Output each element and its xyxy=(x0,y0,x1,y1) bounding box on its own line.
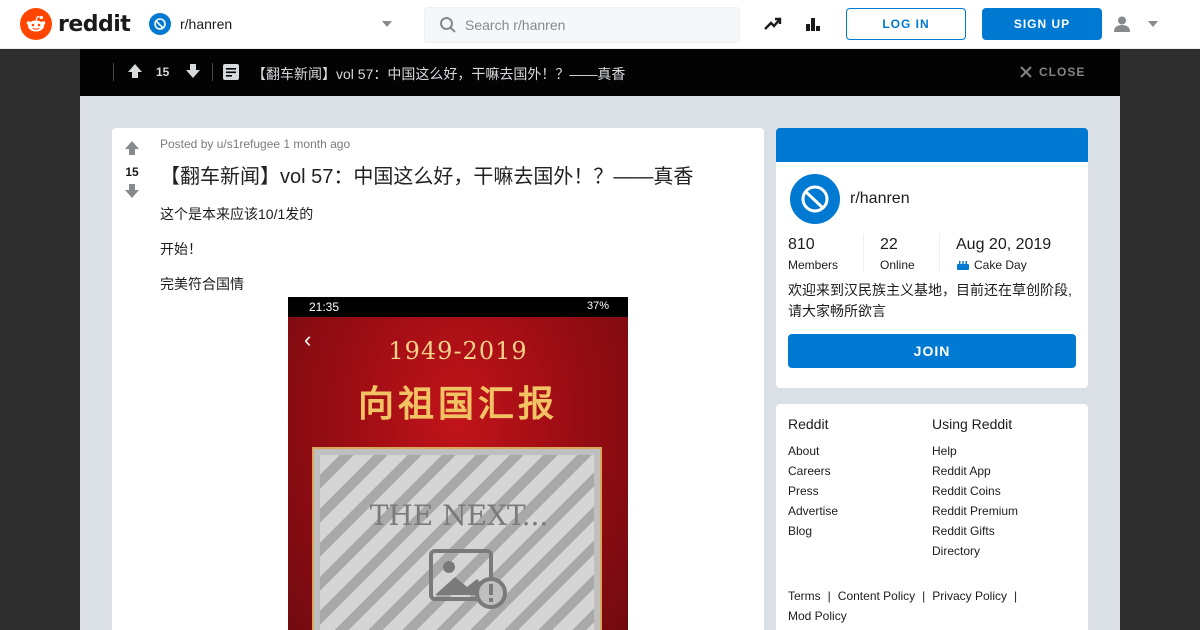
close-label: CLOSE xyxy=(1039,65,1086,79)
online-stat: 22 Online xyxy=(880,236,915,272)
footer-link-reddit-coins[interactable]: Reddit Coins xyxy=(932,481,1018,501)
post-body: 这个是本来应该10/1发的 开始！ 完美符合国情 xyxy=(160,204,313,309)
post-bar-score: 15 xyxy=(156,65,170,79)
footer-link-careers[interactable]: Careers xyxy=(788,461,838,481)
post-paragraph: 开始！ xyxy=(160,241,202,257)
top-nav: reddit r/hanren LOG IN SIGN UP xyxy=(0,0,1200,49)
footer-link-press[interactable]: Press xyxy=(788,481,838,501)
post-card: 15 Posted by u/s1refugee 1 month ago 【翻车… xyxy=(112,128,764,630)
all-stats-icon[interactable] xyxy=(802,13,824,35)
downvote-icon[interactable] xyxy=(124,183,140,204)
close-icon xyxy=(1020,66,1032,78)
footer-link-about[interactable]: About xyxy=(788,441,838,461)
banner-years: 1949-2019 xyxy=(388,337,528,365)
search-icon xyxy=(440,17,456,33)
upvote-icon[interactable] xyxy=(124,140,140,161)
vote-column: 15 xyxy=(112,128,152,204)
placeholder-text: THE NEXT... xyxy=(369,499,549,532)
close-button[interactable]: CLOSE xyxy=(1020,65,1085,79)
footer-link-blog[interactable]: Blog xyxy=(788,521,838,541)
community-avatar[interactable] xyxy=(788,172,842,226)
post-image[interactable]: 21:35 37% ‹ 1949-2019 向祖国汇报 THE NEXT... xyxy=(288,297,628,630)
post-meta: Posted by u/s1refugee 1 month ago xyxy=(160,137,351,151)
phone-battery: 37% xyxy=(586,300,609,312)
divider xyxy=(212,63,213,81)
banner-headline: 向祖国汇报 xyxy=(357,383,558,425)
footer-policy-links: Terms | Content Policy | Privacy Policy | Mod… xyxy=(788,586,1078,626)
about-header-bar xyxy=(776,128,1088,162)
post-paragraph: 完美符合国情 xyxy=(160,276,244,292)
cake-day-row: Cake Day xyxy=(956,258,1051,272)
footer-link-privacy-policy[interactable]: Privacy Policy xyxy=(932,589,1007,603)
popular-trending-icon[interactable] xyxy=(762,13,784,35)
phone-status-bar: 21:35 37% xyxy=(288,297,628,317)
members-label: Members xyxy=(788,258,839,272)
post-title: 【翻车新闻】vol 57：中国这么好，干嘛去国外！？——真香 xyxy=(160,166,694,188)
footer-link-mod-policy[interactable]: Mod Policy xyxy=(788,609,847,623)
upvote-icon[interactable] xyxy=(127,63,143,84)
post-bar-title: 【翻车新闻】vol 57：中国这么好，干嘛去国外！？——真香 xyxy=(252,66,626,82)
footer-links-card: Reddit About Careers Press Advertise Blo… xyxy=(776,404,1088,630)
separator: | xyxy=(922,589,926,603)
about-community-name[interactable]: r/hanren xyxy=(850,190,910,208)
text-post-icon xyxy=(222,63,240,86)
online-count: 22 xyxy=(880,236,898,253)
post-paragraph: 这个是本来应该10/1发的 xyxy=(160,206,314,222)
user-menu-dropdown[interactable] xyxy=(1112,12,1162,36)
online-label: Online xyxy=(880,258,915,272)
footer-link-advertise[interactable]: Advertise xyxy=(788,501,838,521)
footer-column-title: Using Reddit xyxy=(932,416,1013,432)
log-in-button[interactable]: LOG IN xyxy=(846,8,966,40)
community-description: 欢迎来到汉民族主义基地，目前还在草创阶段,请大家畅所欲言 xyxy=(788,282,1072,319)
sign-up-button[interactable]: SIGN UP xyxy=(982,8,1102,40)
footer-link-reddit-app[interactable]: Reddit App xyxy=(932,461,1018,481)
members-count: 810 xyxy=(788,236,815,253)
post-score: 15 xyxy=(125,165,139,179)
footer-link-help[interactable]: Help xyxy=(932,441,1018,461)
chevron-down-icon xyxy=(382,21,392,27)
join-button[interactable]: JOIN xyxy=(788,334,1076,368)
footer-link-directory[interactable]: Directory xyxy=(932,541,1018,561)
phone-screen: ‹ 1949-2019 向祖国汇报 THE NEXT... xyxy=(288,317,628,630)
post-top-bar: 15 【翻车新闻】vol 57：中国这么好，干嘛去国外！？——真香 CLOSE xyxy=(80,49,1120,96)
separator: | xyxy=(1013,589,1018,603)
search-bar[interactable] xyxy=(424,7,740,43)
divider xyxy=(939,234,940,272)
community-selector[interactable]: r/hanren xyxy=(146,6,400,42)
user-icon xyxy=(1114,16,1130,32)
broken-image-icon xyxy=(429,549,509,614)
reddit-wordmark: reddit xyxy=(58,11,131,37)
downvote-icon[interactable] xyxy=(185,63,201,84)
about-community-card: r/hanren 810 Members 22 Online Aug 20, 2… xyxy=(776,128,1088,388)
community-icon xyxy=(149,13,171,35)
footer-column-reddit: Reddit About Careers Press Advertise Blo… xyxy=(788,416,838,541)
phone-time: 21:35 xyxy=(309,300,340,314)
reddit-snoo-icon xyxy=(20,8,52,40)
reddit-logo[interactable]: reddit xyxy=(20,8,131,40)
footer-link-terms[interactable]: Terms xyxy=(788,589,821,603)
footer-link-reddit-premium[interactable]: Reddit Premium xyxy=(932,501,1018,521)
search-input[interactable] xyxy=(465,17,725,33)
separator: | xyxy=(827,589,831,603)
cake-day-stat: Aug 20, 2019 Cake Day xyxy=(956,236,1051,272)
divider xyxy=(113,63,114,81)
footer-column-title: Reddit xyxy=(788,416,829,432)
footer-column-using-reddit: Using Reddit Help Reddit App Reddit Coin… xyxy=(932,416,1018,561)
community-name: r/hanren xyxy=(180,16,233,32)
footer-link-reddit-gifts[interactable]: Reddit Gifts xyxy=(932,521,1018,541)
image-frame: THE NEXT... xyxy=(312,447,602,630)
divider xyxy=(863,234,864,272)
chevron-down-icon xyxy=(1148,21,1158,27)
footer-link-content-policy[interactable]: Content Policy xyxy=(838,589,915,603)
cake-day-date: Aug 20, 2019 xyxy=(956,236,1052,253)
cake-icon xyxy=(957,261,969,270)
members-stat: 810 Members xyxy=(788,236,838,272)
cake-day-label: Cake Day xyxy=(974,258,1027,272)
